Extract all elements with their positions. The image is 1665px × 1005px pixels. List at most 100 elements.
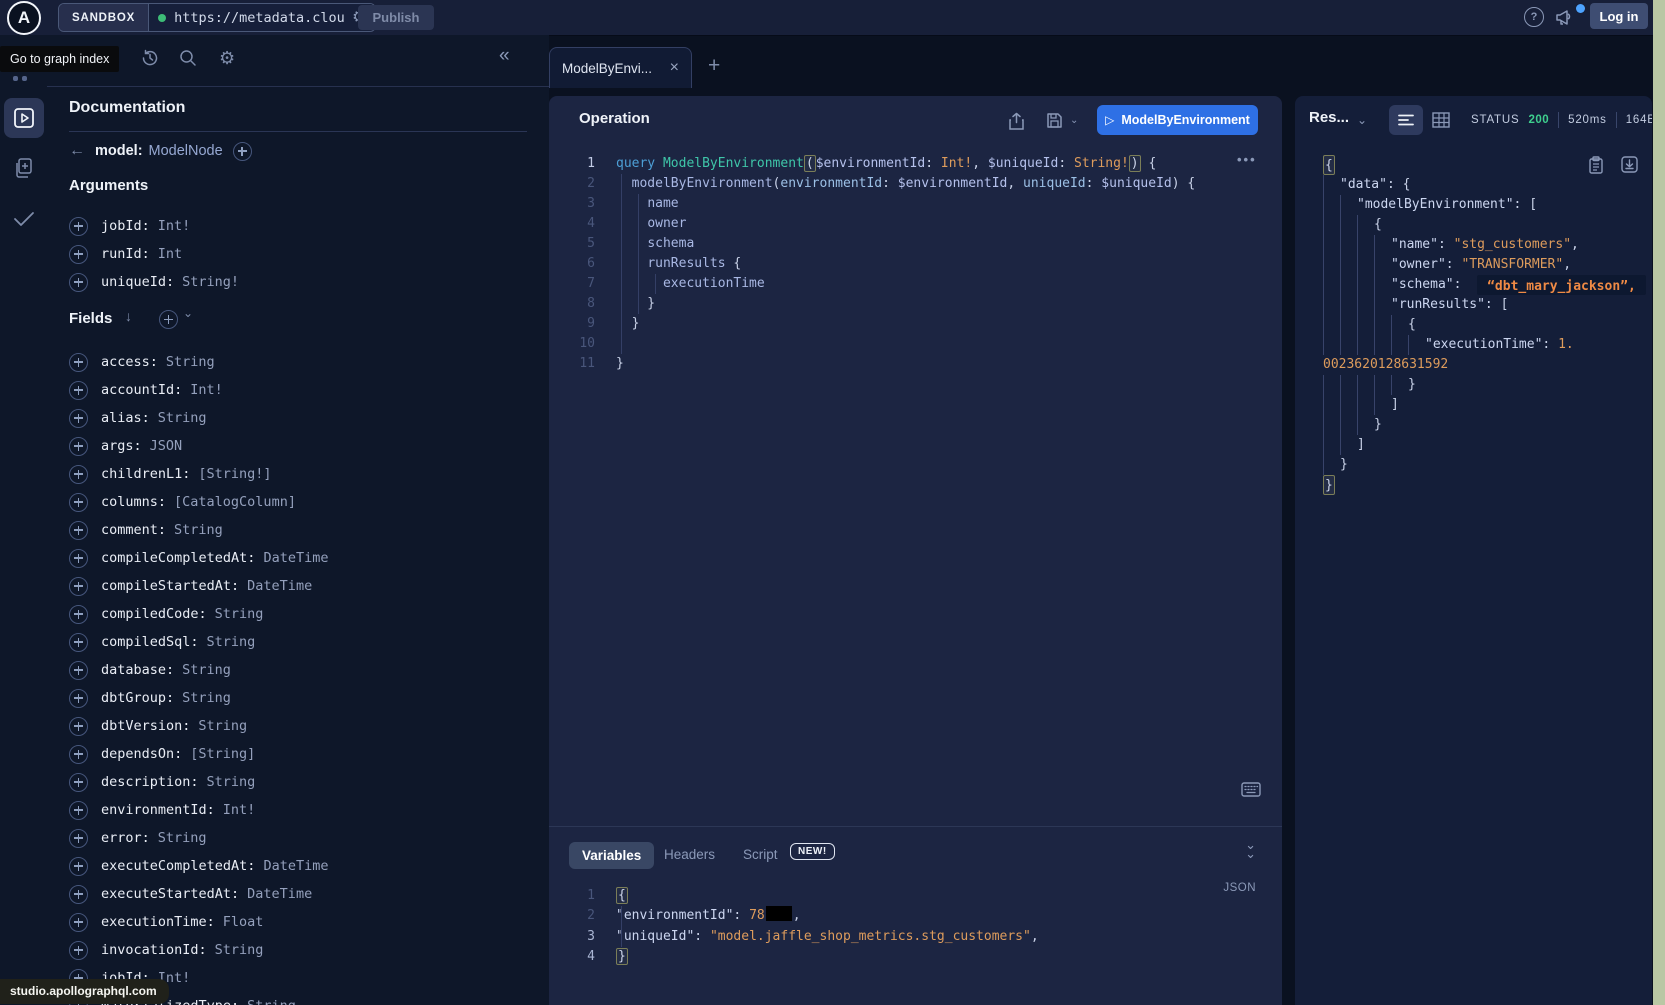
- field-type[interactable]: [CatalogColumn]: [174, 494, 296, 510]
- field-type[interactable]: [String]: [190, 746, 255, 762]
- indent-guide: [1357, 315, 1374, 335]
- code-token-p: :: [1542, 335, 1558, 355]
- operation-tab[interactable]: ModelByEnvi... ×: [549, 47, 692, 88]
- code-token-p: ,: [1031, 929, 1039, 944]
- add-field-icon[interactable]: [69, 245, 88, 264]
- field-type[interactable]: String!: [182, 274, 239, 290]
- field-type[interactable]: String: [166, 354, 215, 370]
- add-field-icon[interactable]: [69, 605, 88, 624]
- tab-variables[interactable]: Variables: [569, 842, 654, 869]
- add-field-icon[interactable]: [69, 717, 88, 736]
- response-chevron-icon[interactable]: ⌄: [1357, 113, 1367, 127]
- field-name: alias:: [101, 410, 150, 426]
- add-field-icon[interactable]: [69, 857, 88, 876]
- code-token-key: "name": [1391, 235, 1438, 255]
- add-field-icon[interactable]: [69, 549, 88, 568]
- add-field-icon[interactable]: [69, 493, 88, 512]
- indent-guide: [655, 274, 656, 294]
- tab-close-icon[interactable]: ×: [670, 60, 679, 76]
- run-button-label: ModelByEnvironment: [1121, 113, 1250, 127]
- field-type[interactable]: String: [182, 662, 231, 678]
- add-field-icon[interactable]: [69, 885, 88, 904]
- field-type[interactable]: DateTime: [247, 886, 312, 902]
- field-type[interactable]: Int!: [190, 382, 223, 398]
- add-field-icon[interactable]: [69, 437, 88, 456]
- add-field-icon[interactable]: [233, 142, 252, 161]
- field-type[interactable]: String: [207, 634, 256, 650]
- field-type[interactable]: String: [198, 718, 247, 734]
- copy-response-icon[interactable]: [1588, 156, 1604, 174]
- add-field-icon[interactable]: [69, 465, 88, 484]
- field-type[interactable]: String: [247, 998, 296, 1005]
- field-type[interactable]: DateTime: [263, 858, 328, 874]
- field-type[interactable]: DateTime: [247, 578, 312, 594]
- history-icon[interactable]: [140, 48, 160, 68]
- field-type[interactable]: String: [182, 690, 231, 706]
- field-type[interactable]: String: [215, 606, 264, 622]
- status-label: STATUS: [1471, 114, 1519, 126]
- field-type[interactable]: String: [215, 942, 264, 958]
- back-arrow-icon[interactable]: ←: [69, 142, 85, 160]
- add-field-icon[interactable]: [69, 353, 88, 372]
- checklist-nav-item[interactable]: [0, 210, 47, 228]
- field-type[interactable]: String: [207, 774, 256, 790]
- apollo-logo-icon[interactable]: A: [7, 1, 41, 35]
- add-field-icon[interactable]: [69, 745, 88, 764]
- field-type[interactable]: JSON: [150, 438, 183, 454]
- help-icon[interactable]: ?: [1524, 7, 1544, 27]
- publish-button[interactable]: Publish: [358, 5, 434, 30]
- add-field-icon[interactable]: [69, 941, 88, 960]
- field-type[interactable]: Float: [223, 914, 264, 930]
- save-chevron-icon[interactable]: ⌄: [1070, 115, 1078, 126]
- add-field-icon[interactable]: [69, 661, 88, 680]
- doc-settings-gear-icon[interactable]: ⚙: [219, 49, 235, 67]
- add-field-icon[interactable]: [69, 521, 88, 540]
- field-type[interactable]: String: [158, 410, 207, 426]
- tab-headers[interactable]: Headers: [664, 847, 715, 862]
- share-icon[interactable]: [1008, 112, 1025, 130]
- add-field-icon[interactable]: [69, 633, 88, 652]
- save-icon[interactable]: [1046, 112, 1063, 129]
- announcements-megaphone-icon[interactable]: [1555, 8, 1575, 26]
- field-type[interactable]: String: [158, 830, 207, 846]
- table-view-icon[interactable]: [1432, 112, 1450, 128]
- field-type[interactable]: Int!: [158, 218, 191, 234]
- collapse-variables-icon[interactable]: ⌄⌄: [1245, 840, 1256, 858]
- raw-view-button[interactable]: [1389, 105, 1423, 135]
- doc-field-type-link[interactable]: ModelNode: [149, 143, 223, 159]
- field-type[interactable]: Int!: [223, 802, 256, 818]
- field-type[interactable]: Int: [158, 246, 182, 262]
- sort-fields-icon[interactable]: ↓: [125, 308, 132, 324]
- fields-chevron-down-icon[interactable]: ⌄: [183, 306, 193, 320]
- arguments-section-title: Arguments: [69, 177, 148, 194]
- line-number: 1: [549, 886, 595, 906]
- login-button[interactable]: Log in: [1590, 3, 1648, 29]
- add-field-icon[interactable]: [69, 409, 88, 428]
- download-response-icon[interactable]: [1621, 156, 1638, 173]
- add-field-icon[interactable]: [69, 381, 88, 400]
- search-icon[interactable]: [178, 48, 198, 68]
- editor-more-menu-icon[interactable]: •••: [1237, 152, 1257, 167]
- add-field-icon[interactable]: [69, 689, 88, 708]
- add-field-icon[interactable]: [69, 773, 88, 792]
- collapse-panel-icon[interactable]: «: [499, 45, 510, 67]
- add-field-icon[interactable]: [69, 913, 88, 932]
- field-type[interactable]: DateTime: [263, 550, 328, 566]
- keyboard-shortcuts-icon[interactable]: [1241, 782, 1261, 797]
- add-field-icon[interactable]: [69, 217, 88, 236]
- add-field-icon[interactable]: [69, 801, 88, 820]
- endpoint-url-input[interactable]: https://metadata.cloud.get: [174, 10, 344, 26]
- explorer-nav-item[interactable]: [4, 98, 44, 138]
- field-type[interactable]: String: [174, 522, 223, 538]
- add-field-icon[interactable]: [69, 577, 88, 596]
- response-status-row: STATUS 200 520ms 164B: [1471, 112, 1652, 128]
- collections-nav-item[interactable]: [0, 157, 47, 179]
- run-operation-button[interactable]: ▷ ModelByEnvironment: [1097, 105, 1258, 135]
- add-tab-button[interactable]: +: [708, 54, 720, 78]
- add-field-icon[interactable]: [69, 829, 88, 848]
- tab-script[interactable]: Script: [743, 847, 778, 862]
- response-title[interactable]: Res...: [1309, 109, 1349, 126]
- add-all-fields-icon[interactable]: [159, 310, 178, 329]
- field-type[interactable]: [String!]: [198, 466, 271, 482]
- add-field-icon[interactable]: [69, 273, 88, 292]
